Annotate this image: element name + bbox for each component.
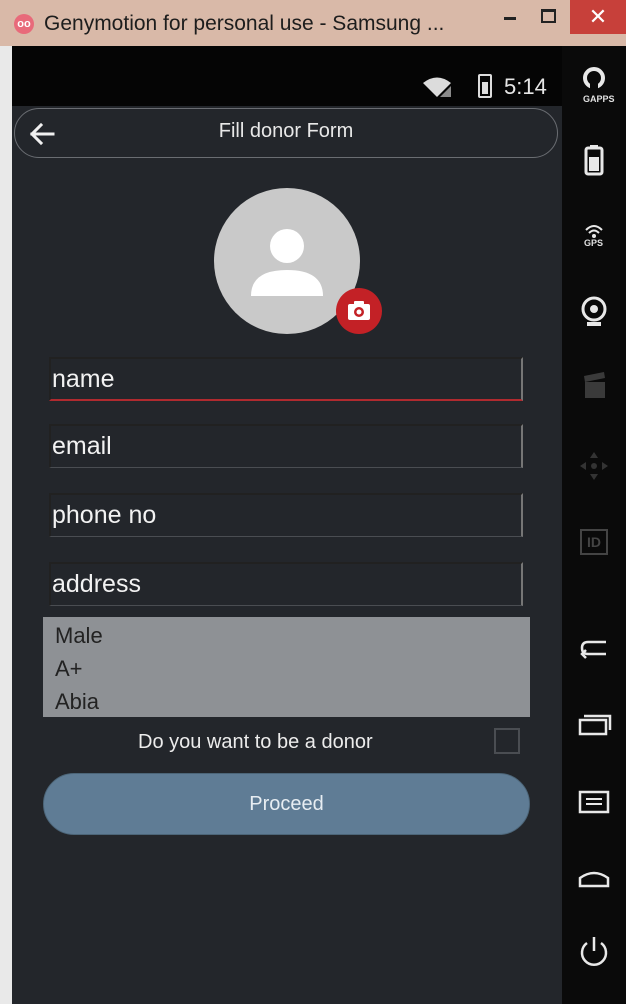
menu-icon[interactable]	[576, 784, 612, 820]
genymotion-logo-icon: oo	[14, 14, 34, 34]
action-bar: Fill donor Form	[14, 108, 558, 158]
name-input[interactable]	[49, 357, 523, 401]
status-time: 5:14	[504, 74, 547, 99]
emulator-toolbar: GAPPS GPS ID	[562, 46, 626, 1004]
gps-icon[interactable]	[576, 218, 612, 254]
window-titlebar: oo Genymotion for personal use - Samsung…	[0, 0, 626, 46]
maximize-button[interactable]	[534, 0, 562, 32]
device-id-label: ID	[587, 534, 601, 550]
gps-label: GPS	[584, 238, 604, 248]
screencast-clapper-icon[interactable]	[576, 368, 612, 404]
window-left-border	[0, 46, 12, 1004]
status-bar: 5:14	[12, 46, 562, 106]
back-nav-icon[interactable]	[576, 630, 612, 666]
page-title: Fill donor Form	[218, 120, 354, 142]
minimize-button[interactable]	[498, 0, 526, 32]
proceed-button[interactable]: Proceed	[43, 773, 530, 835]
window-title: Genymotion for personal use - Samsung ..…	[44, 12, 445, 35]
recent-apps-icon[interactable]	[576, 708, 612, 744]
home-icon[interactable]	[576, 858, 612, 894]
gapps-label: GAPPS	[583, 94, 615, 104]
camera-icon	[348, 301, 370, 320]
wifi-signal-icon	[423, 77, 451, 97]
close-button[interactable]: ✕	[570, 0, 626, 34]
blood-group-select[interactable]: A+	[55, 656, 83, 682]
address-input[interactable]	[49, 562, 523, 606]
dpad-icon[interactable]	[576, 448, 612, 484]
phone-input[interactable]	[49, 493, 523, 537]
email-input[interactable]	[49, 424, 523, 468]
battery-widget-icon[interactable]	[576, 142, 612, 178]
device-screen: 5:14 Fill donor Form Male A+ Abia Do you…	[12, 46, 562, 1004]
selection-panel: Male A+ Abia	[43, 617, 530, 717]
state-select[interactable]: Abia	[55, 689, 99, 715]
webcam-icon[interactable]	[576, 294, 612, 330]
donor-question-label: Do you want to be a donor	[138, 731, 373, 753]
change-photo-button[interactable]	[336, 288, 382, 334]
power-icon[interactable]	[576, 934, 612, 970]
donor-checkbox[interactable]	[494, 728, 520, 754]
gender-select[interactable]: Male	[55, 623, 103, 649]
battery-icon	[478, 74, 492, 98]
